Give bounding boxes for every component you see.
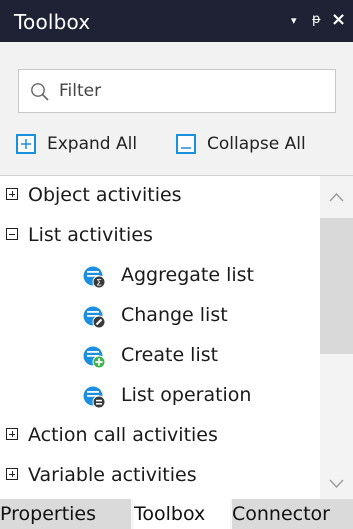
- expand-all-icon: [16, 134, 36, 154]
- tree-item-label: Action call activities: [28, 424, 218, 446]
- activity-tree: Object activities List activities Σ Aggr…: [0, 175, 320, 500]
- tree-group-list-activities[interactable]: List activities: [0, 216, 320, 256]
- expand-icon[interactable]: [6, 428, 18, 440]
- tab-label: Properties: [0, 503, 97, 525]
- vertical-scrollbar[interactable]: [320, 175, 353, 500]
- expand-all-button[interactable]: Expand All: [16, 132, 164, 160]
- create-list-icon: [83, 346, 106, 369]
- change-list-icon: [83, 306, 106, 329]
- search-icon: [31, 83, 49, 101]
- filter-box[interactable]: [18, 69, 336, 113]
- tree-item-label: Create list: [121, 344, 219, 366]
- collapse-icon[interactable]: [6, 228, 18, 240]
- panel-tabs: Properties Toolbox Connector: [0, 499, 353, 529]
- tab-properties[interactable]: Properties: [0, 499, 131, 529]
- tree-item-label: Object activities: [28, 184, 182, 206]
- tab-connector[interactable]: Connector: [232, 499, 353, 529]
- tree-group-variable-activities[interactable]: Variable activities: [0, 456, 320, 496]
- svg-text:Σ: Σ: [96, 279, 102, 289]
- tab-label: Connector: [232, 503, 330, 525]
- tree-item-list-operation[interactable]: List operation: [0, 376, 320, 416]
- title-bar: Toolbox ▾ ᵽ ×: [0, 0, 353, 42]
- tree-item-label: List activities: [28, 224, 153, 246]
- tree-group-object-activities[interactable]: Object activities: [0, 176, 320, 216]
- tree-item-label: Aggregate list: [121, 264, 254, 286]
- collapse-all-label: Collapse All: [207, 134, 306, 154]
- tree-group-action-call-activities[interactable]: Action call activities: [0, 416, 320, 456]
- tree-item-change-list[interactable]: Change list: [0, 296, 320, 336]
- expand-all-label: Expand All: [47, 134, 138, 154]
- list-operation-icon: [83, 386, 106, 409]
- aggregate-list-icon: Σ: [83, 266, 106, 289]
- filter-input[interactable]: [59, 79, 319, 103]
- tree-item-aggregate-list[interactable]: Σ Aggregate list: [0, 256, 320, 296]
- tree-item-label: Change list: [121, 304, 228, 326]
- expand-icon[interactable]: [6, 468, 18, 480]
- collapse-all-icon: [176, 134, 196, 154]
- expand-icon[interactable]: [6, 188, 18, 200]
- scroll-down-icon[interactable]: [328, 477, 345, 491]
- scrollbar-thumb[interactable]: [320, 218, 353, 354]
- pin-icon[interactable]: ᵽ: [312, 12, 321, 27]
- tree-item-label: Variable activities: [28, 464, 197, 486]
- tree-item-label: List operation: [121, 384, 252, 406]
- scroll-up-icon[interactable]: [328, 190, 345, 204]
- tree-item-create-list[interactable]: Create list: [0, 336, 320, 376]
- close-icon[interactable]: ×: [331, 9, 346, 30]
- panel-title: Toolbox: [14, 10, 91, 34]
- tab-toolbox[interactable]: Toolbox: [134, 499, 230, 529]
- collapse-all-button[interactable]: Collapse All: [176, 132, 326, 160]
- dropdown-icon[interactable]: ▾: [291, 14, 297, 27]
- toolbox-panel: Expand All Collapse All Object activitie…: [0, 42, 353, 500]
- tab-label: Toolbox: [134, 503, 206, 525]
